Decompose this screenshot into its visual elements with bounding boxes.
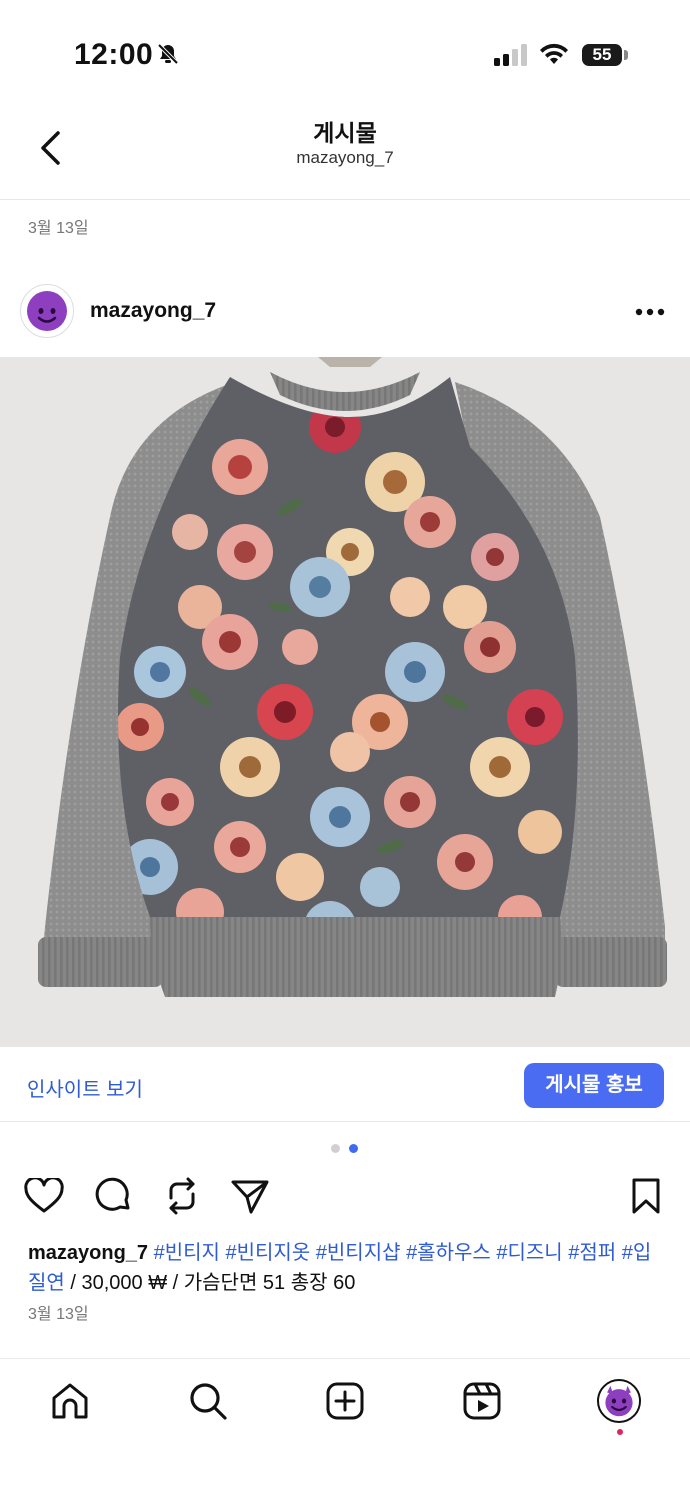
post-header: 게시물 mazayong_7 [0,100,690,200]
page-title: 게시물 [313,120,377,146]
home-icon [52,1383,88,1419]
page-subtitle: mazayong_7 [296,148,394,167]
repost-icon [169,1177,195,1215]
share-icon [231,1180,269,1214]
carousel-dot-active [349,1144,358,1153]
carousel-indicator [331,1144,361,1154]
profile-avatar-icon [597,1379,641,1423]
status-bar: 12:00 55 [0,0,690,100]
repost-button[interactable] [160,1174,204,1218]
search-icon [190,1383,227,1420]
share-button[interactable] [228,1174,272,1218]
promote-post-button[interactable]: 게시물 홍보 [524,1063,664,1108]
comment-icon [95,1177,130,1211]
nav-search-button[interactable] [186,1379,230,1423]
post-date-top: 3월 13일 [28,220,89,237]
bookmark-icon [632,1178,660,1214]
reels-icon [463,1382,501,1420]
author-row: mazayong_7 [0,284,690,344]
more-options-button[interactable] [630,300,670,324]
post-date-bottom: 3월 13일 [28,1306,89,1323]
caption-text: / 30,000 ₩ / 가슴단면 51 총장 60 [64,1272,356,1294]
battery-icon: 55 [582,44,622,66]
comment-button[interactable] [91,1174,135,1218]
nav-reels-button[interactable] [460,1379,504,1423]
create-icon [326,1382,364,1420]
jacket-photo [0,357,690,1047]
wifi-icon [539,42,569,71]
post-caption: mazayong_7 #빈티지 #빈티지옷 #빈티지샵 #홀하우스 #디즈니 #… [28,1238,668,1298]
caption-username[interactable]: mazayong_7 [28,1242,148,1264]
bell-slash-icon [156,42,180,71]
nav-home-button[interactable] [48,1379,92,1423]
heart-icon [24,1178,64,1213]
carousel-dot [331,1144,340,1153]
view-insights-link[interactable]: 인사이트 보기 [27,1073,143,1102]
avatar[interactable] [20,284,74,338]
like-button[interactable] [22,1174,66,1218]
more-dots-icon [635,308,665,316]
devil-emoji-icon [27,291,67,331]
notification-dot [617,1429,623,1435]
status-time: 12:00 [74,38,154,71]
bookmark-button[interactable] [624,1174,668,1218]
author-username[interactable]: mazayong_7 [90,299,216,323]
nav-profile-button[interactable] [597,1379,641,1423]
bottom-nav [0,1358,690,1500]
post-actions [0,1174,690,1218]
post-image[interactable] [0,357,690,1047]
cellular-signal-icon [494,44,528,71]
nav-create-button[interactable] [323,1379,367,1423]
insight-row: 인사이트 보기 게시물 홍보 [0,1048,690,1122]
battery-tip [624,50,628,60]
